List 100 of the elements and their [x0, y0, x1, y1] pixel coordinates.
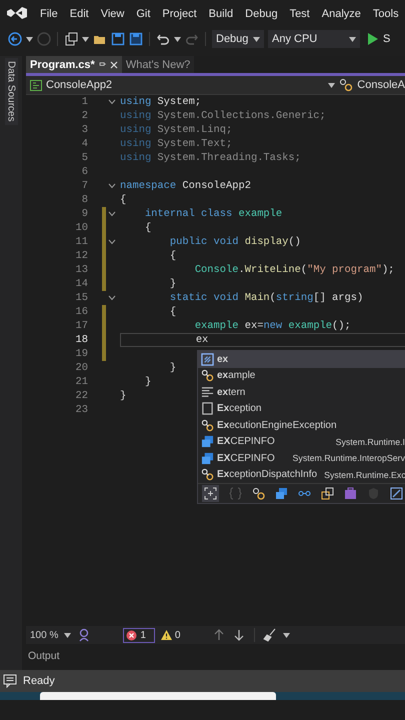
- line-number: 18: [74, 334, 88, 346]
- line-number: 2: [80, 110, 88, 122]
- new-item-icon[interactable]: [64, 32, 78, 46]
- completion-item[interactable]: EXCEPINFO System.Runtime.InteropServ: [198, 450, 405, 466]
- briefcase-icon[interactable]: [344, 487, 357, 500]
- menu-item[interactable]: Edit: [64, 6, 95, 22]
- menu-item[interactable]: Git: [130, 6, 156, 22]
- collapse-icon[interactable]: [108, 211, 116, 217]
- code-token: Main: [244, 292, 270, 304]
- menu-item[interactable]: Project: [156, 6, 203, 22]
- code-token: example: [237, 208, 282, 220]
- local-filter-icon[interactable]: [390, 487, 403, 500]
- zoom-level[interactable]: 100 %: [30, 630, 58, 640]
- code-token: example: [194, 320, 238, 332]
- taskbar-search-field[interactable]: [40, 692, 276, 700]
- code-token: ex=: [244, 320, 264, 332]
- configuration-dropdown[interactable]: Debug: [212, 30, 264, 48]
- line-number: 15: [74, 292, 88, 304]
- down-arrow-icon[interactable]: [232, 628, 246, 642]
- code-token: using: [120, 124, 152, 136]
- completion-item[interactable]: Exception: [198, 400, 405, 417]
- code-token: example: [287, 320, 332, 332]
- code-token: }: [144, 376, 152, 388]
- collapse-icon[interactable]: [108, 99, 116, 105]
- undo-icon[interactable]: [156, 32, 170, 46]
- menu-item[interactable]: Debug: [239, 6, 284, 22]
- code-token: ConsoleApp2: [181, 180, 251, 192]
- caret-icon: [253, 36, 260, 42]
- caret-icon: [174, 36, 181, 42]
- notification-icon[interactable]: [3, 674, 17, 688]
- local-variable-icon: [201, 352, 214, 366]
- menu-item[interactable]: Analyze: [316, 6, 367, 22]
- collapse-icon[interactable]: [108, 295, 116, 301]
- code-token: using: [120, 152, 152, 164]
- line-number: 17: [74, 320, 88, 332]
- code-token: using: [120, 110, 152, 122]
- caret-icon: [349, 36, 356, 42]
- completion-item[interactable]: ExecutionEngineException: [198, 417, 405, 434]
- line-number: 3: [80, 124, 88, 136]
- code-token: {: [120, 194, 126, 206]
- side-panel-tab[interactable]: Data Sources: [4, 58, 18, 125]
- pin-icon[interactable]: [98, 62, 106, 67]
- code-token: namespace: [120, 180, 176, 192]
- close-icon[interactable]: [110, 60, 118, 68]
- menu-item[interactable]: Build: [202, 6, 240, 22]
- code-token: Console: [194, 264, 238, 276]
- back-icon[interactable]: [8, 32, 22, 46]
- enum-filter-icon[interactable]: [321, 487, 334, 500]
- code-token: display: [244, 236, 288, 248]
- line-number: 19: [74, 348, 88, 360]
- menu-item[interactable]: File: [34, 6, 64, 22]
- class-filter-icon[interactable]: [252, 487, 265, 500]
- completion-item[interactable]: EXCEPINFO System.Runtime.I: [198, 434, 405, 450]
- code-token: WriteLine: [244, 264, 301, 276]
- file-tab[interactable]: What's New?: [122, 56, 194, 73]
- code-token: }: [168, 362, 176, 374]
- menu-item[interactable]: Test: [284, 6, 316, 22]
- start-button[interactable]: S: [364, 32, 390, 46]
- code-token: {: [168, 250, 176, 262]
- caret-icon: [283, 632, 290, 638]
- collapse-icon[interactable]: [108, 183, 116, 189]
- line-number: 12: [74, 250, 88, 262]
- code-token: string: [276, 292, 314, 304]
- play-icon: [366, 32, 380, 46]
- completion-item[interactable]: ex: [198, 351, 405, 368]
- code-token: using: [120, 138, 152, 150]
- broom-icon[interactable]: [263, 628, 278, 642]
- expand-icon[interactable]: [202, 485, 219, 502]
- struct-filter-icon[interactable]: [275, 487, 288, 500]
- line-number: 13: [74, 264, 88, 276]
- completion-item[interactable]: extern: [198, 384, 405, 400]
- menu-item[interactable]: Tools: [366, 6, 405, 22]
- menu-item[interactable]: View: [94, 6, 130, 22]
- member-selector[interactable]: ConsoleA: [357, 79, 405, 91]
- keyword-icon: [201, 386, 214, 399]
- class-icon: [201, 418, 214, 432]
- struct-icon: [201, 452, 214, 465]
- save-all-icon[interactable]: [129, 32, 143, 46]
- collapse-icon[interactable]: [108, 239, 116, 245]
- line-number: 5: [80, 152, 88, 164]
- save-icon[interactable]: [111, 32, 125, 46]
- class-icon: [201, 369, 214, 382]
- project-selector[interactable]: ConsoleApp2: [46, 79, 112, 91]
- error-icon: [126, 630, 138, 640]
- line-number: 11: [74, 236, 88, 248]
- code-token: static void: [168, 292, 238, 304]
- error-count[interactable]: 1: [123, 628, 155, 642]
- code-token: ex: [194, 334, 208, 346]
- platform-dropdown[interactable]: Any CPU: [268, 30, 360, 48]
- code-token: System;: [156, 96, 202, 108]
- completion-item[interactable]: example: [198, 368, 405, 384]
- warning-count[interactable]: 0: [160, 630, 180, 640]
- assistant-icon[interactable]: [77, 628, 92, 642]
- line-number: 8: [80, 194, 88, 206]
- file-tab[interactable]: Program.cs*: [26, 56, 122, 73]
- code-token: {: [168, 306, 176, 318]
- code-token: (): [288, 236, 301, 248]
- output-tab[interactable]: Output: [28, 650, 60, 662]
- code-token: (: [270, 292, 276, 304]
- code-token: {: [144, 222, 152, 234]
